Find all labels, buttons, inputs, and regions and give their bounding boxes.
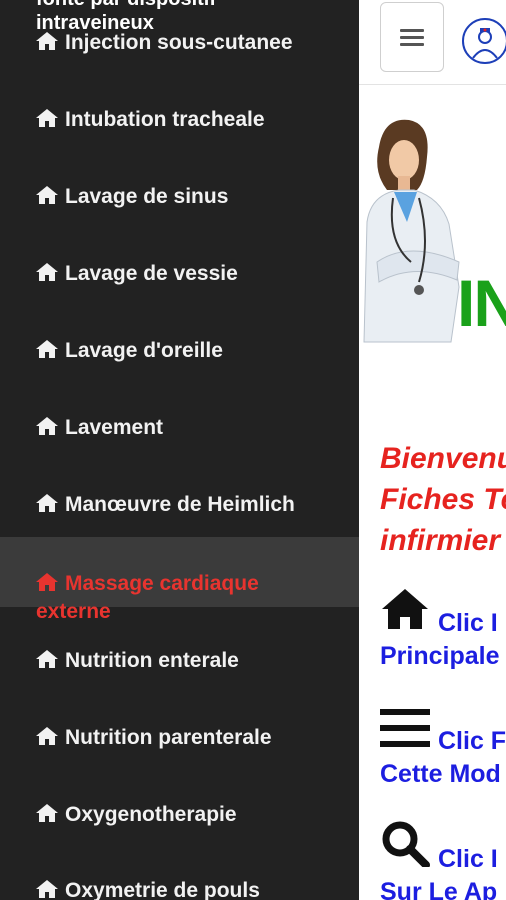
app-logo xyxy=(462,18,506,64)
drawer-item-oxygenotherapie[interactable]: Oxygenotherapie xyxy=(0,801,359,831)
drawer-item-massage-cardiaque-externe[interactable]: Massage cardiaque externe xyxy=(0,537,359,623)
info-row-menu: Clic F Cette Mod xyxy=(380,708,506,789)
drawer-item-lavage-de-vessie[interactable]: Lavage de vessie xyxy=(0,260,359,290)
home-icon xyxy=(36,727,58,745)
home-icon xyxy=(380,587,430,638)
drawer-item-injection-sous-cutanee[interactable]: Injection sous-cutanee xyxy=(0,29,359,59)
home-icon xyxy=(36,417,58,435)
home-icon xyxy=(36,880,58,898)
hamburger-icon xyxy=(400,25,424,50)
drawer-item-nutrition-enterale[interactable]: Nutrition enterale xyxy=(0,647,359,677)
home-icon xyxy=(36,804,58,822)
menu-icon xyxy=(380,707,430,756)
drawer-item-lavage-doreille[interactable]: Lavage d'oreille xyxy=(0,337,359,367)
app-toolbar xyxy=(359,0,506,85)
hero-title-fragment: IN xyxy=(457,266,506,340)
home-icon xyxy=(36,263,58,281)
drawer-item-intubation-tracheale[interactable]: Intubation tracheale xyxy=(0,106,359,136)
drawer-item-oxymetrie-de-pouls[interactable]: Oxymetrie de pouls xyxy=(0,877,359,900)
drawer-item-nutrition-parenterale[interactable]: Nutrition parenterale xyxy=(0,724,359,754)
drawer-item-lavage-de-sinus[interactable]: Lavage de sinus xyxy=(0,183,359,213)
info-row-search: Clic I Sur Le Ap xyxy=(380,821,506,900)
home-icon xyxy=(36,494,58,512)
home-icon xyxy=(36,109,58,127)
home-icon xyxy=(36,340,58,358)
welcome-text: Bienvenu Fiches Te infirmier xyxy=(380,442,506,557)
drawer-item-lavement[interactable]: Lavement xyxy=(0,414,359,444)
main-content: IN Bienvenu Fiches Te infirmier Clic I P… xyxy=(359,0,506,900)
navigation-drawer: fonte par dispositif intraveineux Inject… xyxy=(0,0,359,900)
home-icon xyxy=(36,32,58,50)
home-icon xyxy=(36,573,58,591)
info-row-home: Clic I Principale xyxy=(380,587,506,671)
home-icon xyxy=(36,186,58,204)
search-icon xyxy=(380,819,430,874)
home-icon xyxy=(36,650,58,668)
drawer-item-manoeuvre-de-heimlich[interactable]: Manœuvre de Heimlich xyxy=(0,491,359,521)
menu-toggle-button[interactable] xyxy=(380,2,444,72)
